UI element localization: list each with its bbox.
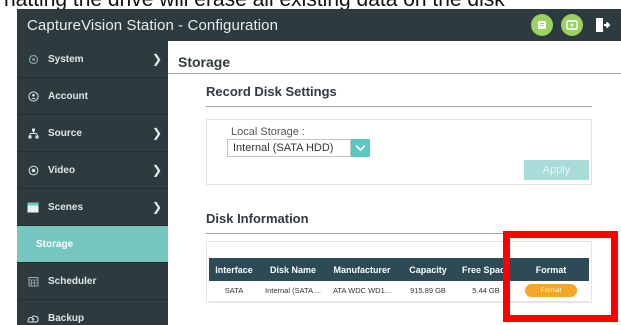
top-caption: natting the drive will erase all existin… (0, 0, 621, 9)
video-icon (27, 164, 39, 176)
column-header-manufacturer: Manufacturer (327, 258, 397, 281)
sidebar-item-label: Backup (48, 312, 85, 324)
local-storage-value[interactable]: Internal (SATA HDD) (227, 139, 351, 157)
title-bar: CaptureVision Station - Configuration (17, 9, 621, 41)
header-icons (531, 14, 621, 36)
divider (206, 233, 592, 234)
scenes-icon (27, 201, 39, 213)
disk-information-panel: Interface Disk Name Manufacturer Capacit… (206, 241, 592, 303)
window-title: CaptureVision Station - Configuration (27, 16, 279, 34)
chevron-right-icon: ❯ (151, 52, 162, 66)
column-header-capacity: Capacity (397, 258, 459, 281)
sidebar-item-label: Source (48, 127, 82, 139)
sidebar: System ❯ Account Source ❯ Video ❯ Scenes… (17, 41, 168, 325)
cell-manufacturer: ATA WDC WD1... (327, 281, 397, 302)
sidebar-item-account[interactable]: Account (17, 78, 168, 115)
sidebar-item-label: Video (48, 164, 76, 176)
sidebar-item-source[interactable]: Source ❯ (17, 115, 168, 152)
sidebar-item-video[interactable]: Video ❯ (17, 152, 168, 189)
info-icon[interactable] (531, 14, 553, 36)
chevron-right-icon: ❯ (151, 126, 162, 140)
sidebar-item-scenes[interactable]: Scenes ❯ (17, 189, 168, 226)
record-disk-settings-panel: Local Storage : Internal (SATA HDD) Appl… (206, 119, 592, 185)
divider (206, 106, 592, 107)
divider (168, 73, 621, 74)
cell-capacity: 915.89 GB (397, 281, 459, 302)
sidebar-item-storage[interactable]: Storage (17, 226, 168, 263)
sidebar-item-system[interactable]: System ❯ (17, 41, 168, 78)
local-storage-select[interactable]: Internal (SATA HDD) (227, 139, 370, 157)
page-title: Storage (178, 54, 231, 70)
chevron-right-icon: ❯ (151, 163, 162, 177)
cell-disk-name: Internal (SATA ... (259, 281, 327, 302)
sidebar-item-label: Account (48, 90, 88, 102)
local-storage-label: Local Storage : (231, 126, 305, 138)
column-header-format: Format (513, 258, 589, 281)
logout-icon[interactable] (591, 14, 613, 36)
user-icon (27, 90, 39, 102)
calendar-icon (27, 275, 39, 287)
main-panel: Storage Record Disk Settings Local Stora… (168, 41, 621, 325)
column-header-interface: Interface (209, 258, 259, 281)
table-row: SATA Internal (SATA ... ATA WDC WD1... 9… (209, 281, 589, 302)
apply-button[interactable]: Apply (524, 160, 589, 180)
table-header-row: Interface Disk Name Manufacturer Capacit… (209, 258, 589, 281)
sidebar-item-label: Storage (36, 238, 74, 250)
backup-icon (27, 312, 39, 324)
cell-interface: SATA (209, 281, 259, 302)
format-button[interactable]: Format (525, 284, 577, 298)
network-icon (27, 127, 39, 139)
sidebar-item-label: Scheduler (48, 275, 97, 287)
chevron-down-icon[interactable] (351, 139, 370, 157)
sidebar-item-label: Scenes (48, 201, 84, 213)
play-icon[interactable] (561, 14, 583, 36)
chevron-right-icon: ❯ (151, 200, 162, 214)
cell-free-space: 5.44 GB (459, 281, 513, 302)
sidebar-item-backup[interactable]: Backup (17, 300, 168, 325)
column-header-free-space: Free Space (459, 258, 513, 281)
column-header-disk-name: Disk Name (259, 258, 327, 281)
disk-table: Interface Disk Name Manufacturer Capacit… (209, 258, 589, 302)
gear-icon (27, 53, 39, 65)
sidebar-item-scheduler[interactable]: Scheduler (17, 263, 168, 300)
sidebar-item-label: System (48, 53, 84, 65)
disk-information-title: Disk Information (206, 211, 309, 226)
cell-format: Format (513, 281, 589, 302)
record-disk-settings-title: Record Disk Settings (206, 84, 337, 99)
